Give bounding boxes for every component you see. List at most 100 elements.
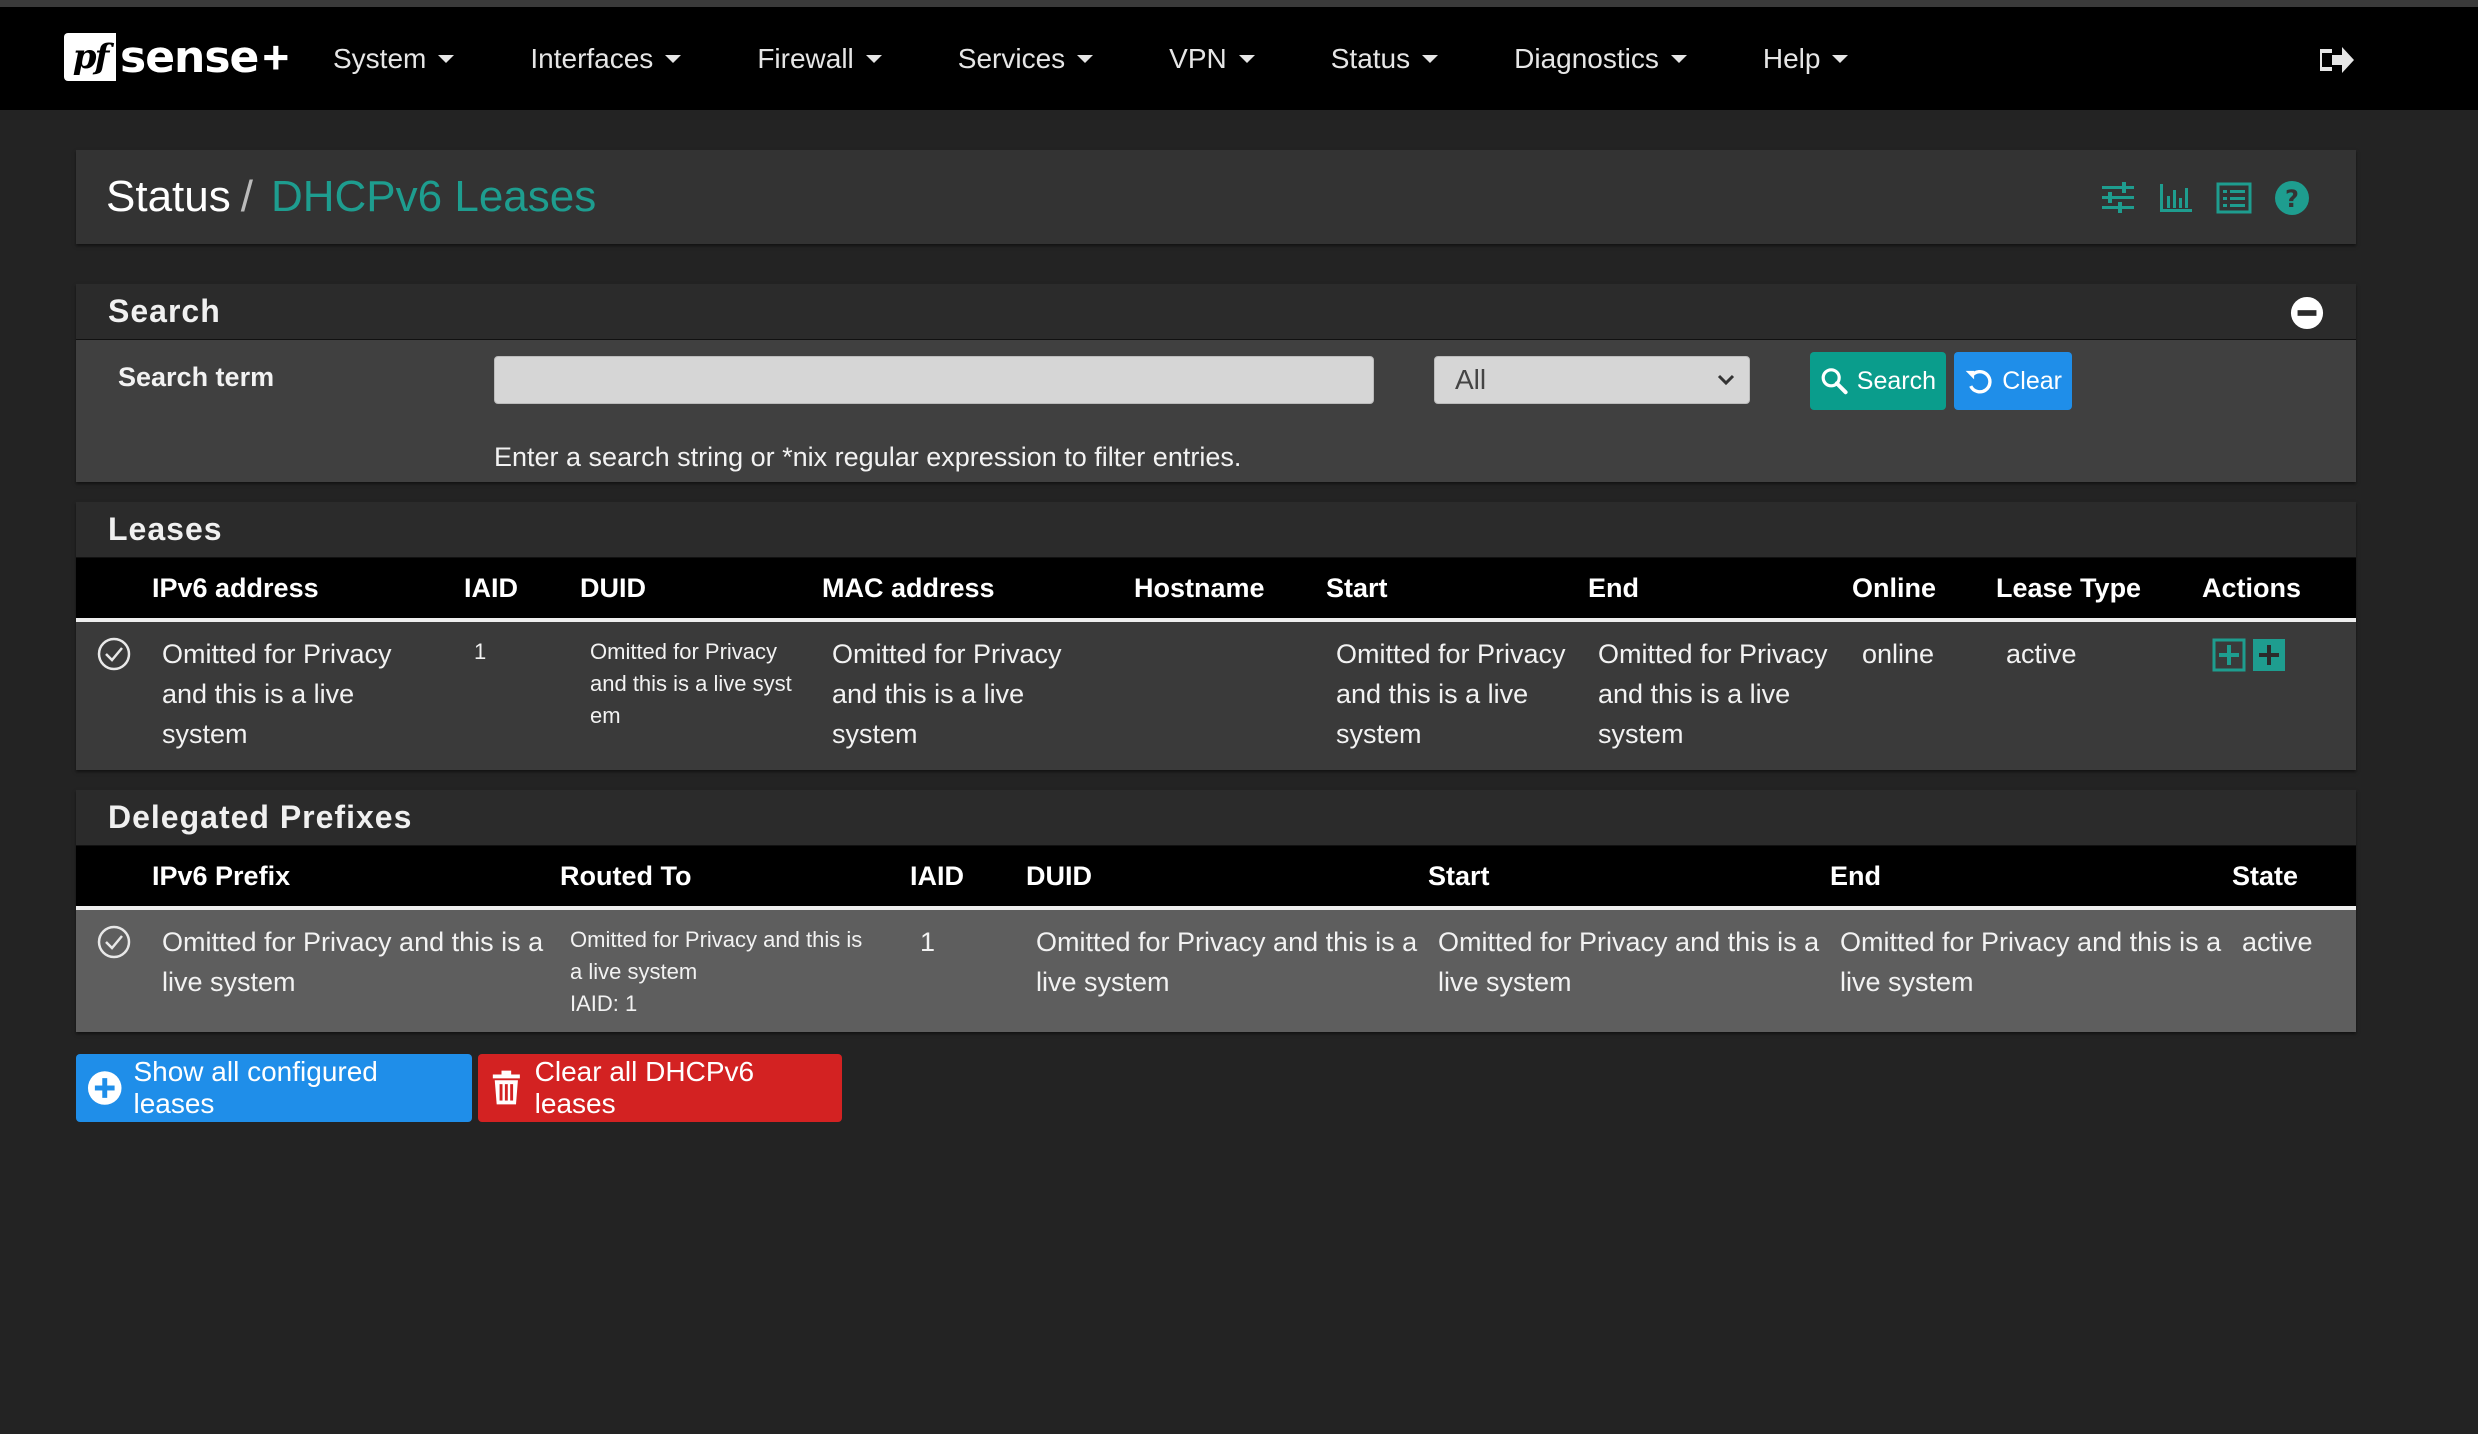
- col-actions: Actions: [2202, 558, 2356, 622]
- logo-pf: pf: [64, 33, 116, 81]
- clear-all-leases-button[interactable]: Clear all DHCPv6 leases: [478, 1054, 842, 1122]
- col-online[interactable]: Online: [1852, 558, 1996, 622]
- leases-panel-header: Leases: [76, 502, 2356, 558]
- pfsense-logo[interactable]: pf sense +: [64, 29, 289, 85]
- col-start[interactable]: Start: [1326, 558, 1588, 622]
- bar-chart-icon[interactable]: [2158, 180, 2194, 216]
- breadcrumb-separator: /: [240, 172, 253, 221]
- collapse-icon[interactable]: [2290, 296, 2324, 330]
- help-icon[interactable]: ?: [2274, 180, 2310, 216]
- lease-actions: [2202, 620, 2356, 768]
- menu-system[interactable]: System: [333, 42, 455, 75]
- col-mac-address[interactable]: MAC address: [822, 558, 1134, 622]
- breadcrumb: Status / DHCPv6 Leases ?: [76, 150, 2356, 244]
- col-routed-to[interactable]: Routed To: [560, 846, 910, 910]
- col-duid[interactable]: DUID: [1026, 846, 1428, 910]
- menu-status[interactable]: Status: [1330, 42, 1439, 75]
- lease-duid-line3: em: [590, 703, 621, 728]
- search-input[interactable]: [494, 356, 1374, 404]
- lease-duid: Omitted for Privacy and this is a live s…: [580, 620, 822, 768]
- col-iaid[interactable]: IAID: [464, 558, 580, 622]
- check-circle-icon: [97, 637, 131, 671]
- check-circle-icon: [97, 925, 131, 959]
- prefix-routed-line1: Omitted for Privacy and this is: [570, 927, 863, 952]
- col-state[interactable]: State: [2232, 846, 2356, 910]
- show-all-leases-button[interactable]: Show all configured leases: [76, 1054, 472, 1122]
- lease-end: Omitted for Privacy and this is a live s…: [1598, 639, 1828, 749]
- col-end[interactable]: End: [1588, 558, 1852, 622]
- menu-diagnostics[interactable]: Diagnostics: [1514, 43, 1687, 75]
- prefixes-header-row: IPv6 Prefix Routed To IAID DUID Start En…: [76, 846, 2356, 910]
- leases-panel: Leases IPv6 address IAID DUID MAC addres…: [76, 502, 2356, 770]
- prefix-start: Omitted for Privacy and this is a live s…: [1438, 927, 1820, 997]
- clear-button-label: Clear: [2002, 366, 2062, 395]
- prefix-iaid: 1: [920, 927, 936, 957]
- menu-services-label: Services: [957, 42, 1066, 74]
- menu-system-label: System: [333, 42, 427, 74]
- chevron-down-icon: [1717, 374, 1735, 386]
- caret-down-icon: [665, 54, 682, 63]
- menu-status-label: Status: [1330, 42, 1411, 74]
- prefix-value: Omitted for Privacy and this is a live s…: [162, 927, 544, 997]
- logout-icon[interactable]: [2318, 43, 2356, 77]
- log-list-icon[interactable]: [2216, 180, 2252, 216]
- menu-vpn-label: VPN: [1169, 42, 1227, 74]
- page-title[interactable]: DHCPv6 Leases: [271, 172, 596, 222]
- menu-vpn[interactable]: VPN: [1169, 43, 1255, 75]
- caret-down-icon: [1422, 54, 1439, 63]
- menu-interfaces[interactable]: Interfaces: [530, 43, 682, 75]
- prefix-routed-line3: IAID: 1: [570, 991, 638, 1016]
- menu-help[interactable]: Help: [1763, 43, 1849, 75]
- menu-firewall[interactable]: Firewall: [757, 42, 882, 75]
- sliders-icon[interactable]: [2100, 180, 2136, 216]
- lease-mac: Omitted for Privacy and this is a live s…: [832, 639, 1062, 749]
- prefixes-panel-header: Delegated Prefixes: [76, 790, 2356, 846]
- clear-button[interactable]: Clear: [1954, 352, 2072, 410]
- add-static-mapping-icon[interactable]: [2212, 638, 2246, 672]
- menu-services[interactable]: Services: [957, 42, 1094, 75]
- search-select-value: All: [1455, 364, 1487, 395]
- col-end[interactable]: End: [1830, 846, 2232, 910]
- menu-diagnostics-label: Diagnostics: [1514, 42, 1659, 74]
- lease-hostname: [1134, 620, 1326, 768]
- trash-icon: [492, 1070, 520, 1105]
- caret-down-icon: [1077, 54, 1094, 63]
- col-hostname[interactable]: Hostname: [1134, 558, 1326, 622]
- lease-duid-line1: Omitted for Privacy: [590, 639, 778, 664]
- col-start[interactable]: Start: [1428, 846, 1830, 910]
- table-row: Omitted for Privacy and this is a live s…: [76, 620, 2356, 768]
- prefix-state: active: [2242, 927, 2313, 957]
- caret-down-icon: [865, 54, 882, 63]
- search-help-text: Enter a search string or *nix regular ex…: [494, 442, 1242, 472]
- search-button[interactable]: Search: [1810, 352, 1946, 410]
- leases-panel-title: Leases: [108, 511, 223, 547]
- lease-iaid: 1: [474, 639, 487, 664]
- col-lease-type[interactable]: Lease Type: [1996, 558, 2202, 622]
- caret-down-icon: [1238, 54, 1255, 63]
- clear-all-leases-label: Clear all DHCPv6 leases: [534, 1056, 755, 1119]
- search-icon: [1821, 368, 1848, 395]
- logo-plus: +: [262, 31, 290, 83]
- lease-ipv6: Omitted for Privacy and this is a live s…: [162, 639, 392, 749]
- search-field-select[interactable]: All: [1434, 356, 1750, 404]
- leases-header-row: IPv6 address IAID DUID MAC address Hostn…: [76, 558, 2356, 622]
- lease-online: online: [1862, 639, 1935, 669]
- add-wol-mapping-icon[interactable]: [2252, 638, 2286, 672]
- prefixes-panel-title: Delegated Prefixes: [108, 799, 413, 835]
- menu-firewall-label: Firewall: [757, 42, 854, 74]
- lease-type: active: [2006, 639, 2077, 669]
- col-iaid[interactable]: IAID: [910, 846, 1026, 910]
- prefix-end: Omitted for Privacy and this is a live s…: [1840, 927, 2222, 997]
- col-ipv6-prefix[interactable]: IPv6 Prefix: [152, 846, 560, 910]
- caret-down-icon: [1670, 54, 1687, 63]
- col-ipv6-address[interactable]: IPv6 address: [152, 558, 464, 622]
- prefix-routed-to: Omitted for Privacy and this is a live s…: [560, 908, 910, 1032]
- prefix-routed-line2: a live system: [570, 959, 698, 984]
- main-menu: System Interfaces Firewall Services VPN …: [333, 7, 1849, 110]
- col-duid[interactable]: DUID: [580, 558, 822, 622]
- lease-duid-line2: and this is a live syst: [590, 671, 792, 696]
- undo-icon: [1965, 369, 1992, 394]
- search-term-label: Search term: [118, 362, 275, 392]
- breadcrumb-parent[interactable]: Status: [106, 172, 231, 222]
- search-panel-title: Search: [108, 293, 221, 329]
